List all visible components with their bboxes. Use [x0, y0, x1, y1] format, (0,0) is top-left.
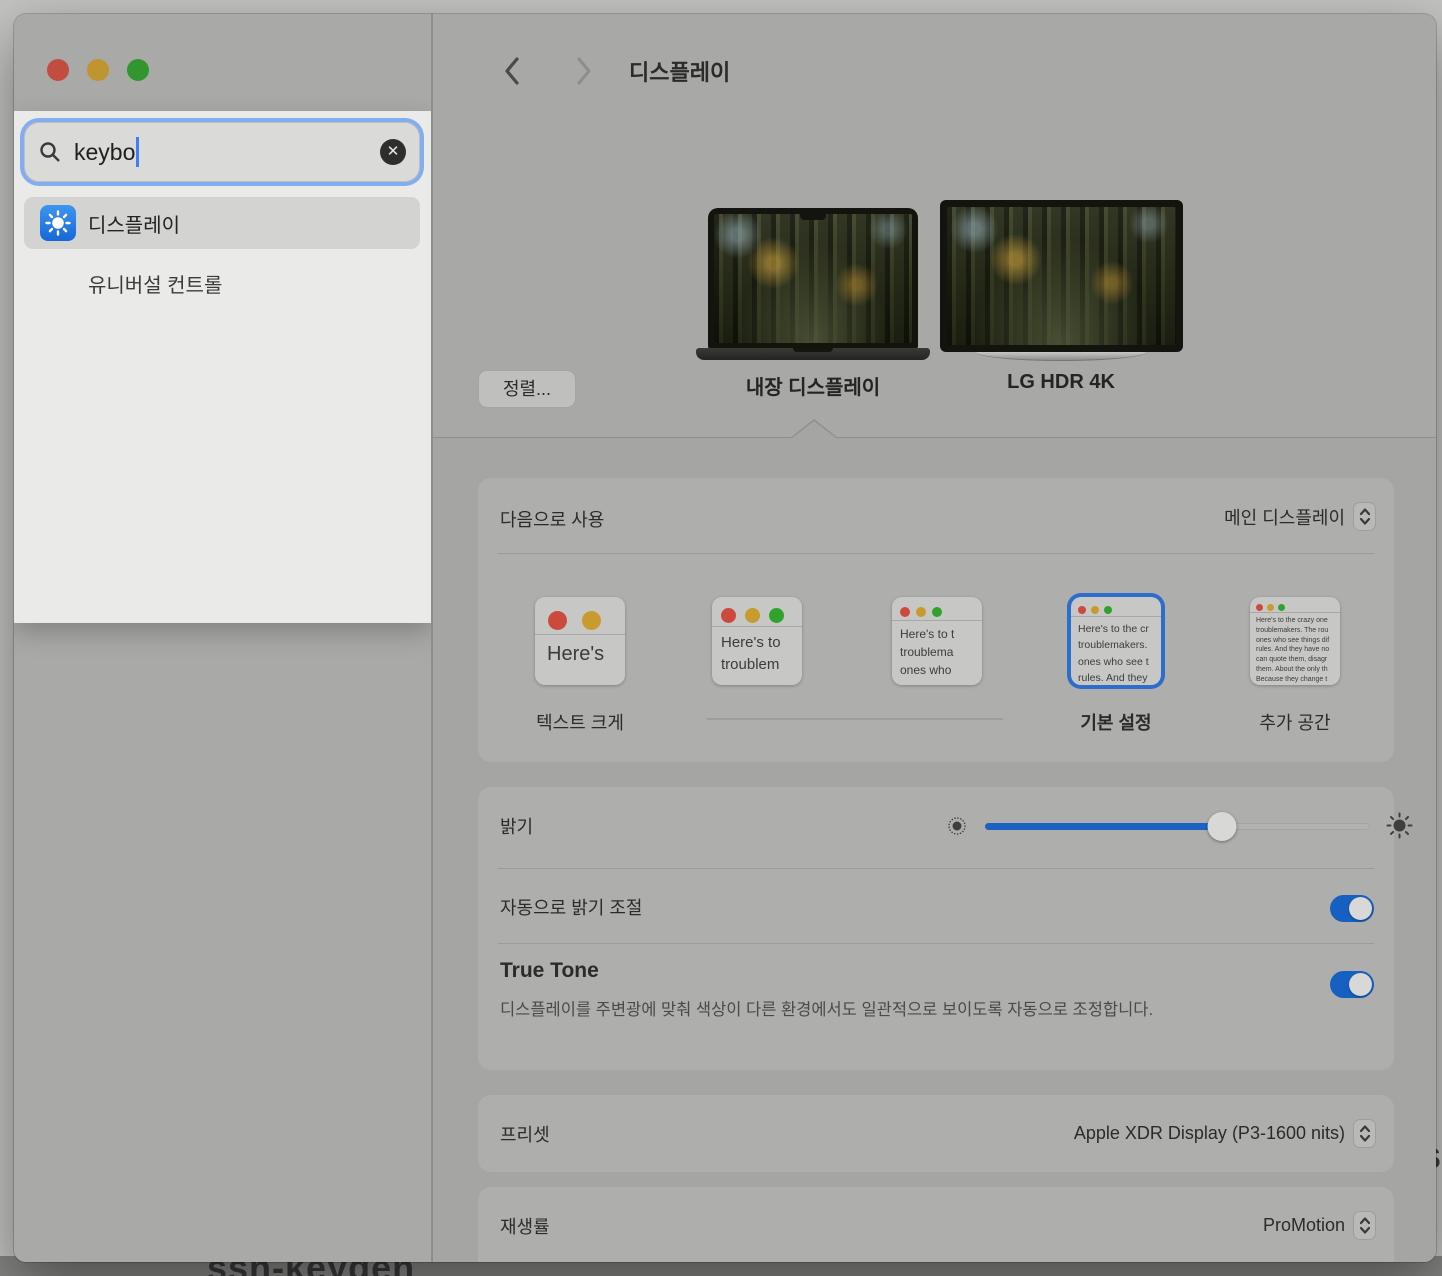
preview-text: Here's [535, 635, 625, 666]
wallpaper-preview [947, 207, 1176, 345]
scaling-option-2[interactable]: Here's to troublem [712, 597, 802, 685]
display-brightness-icon [40, 205, 76, 241]
auto-brightness-toggle[interactable] [1330, 895, 1374, 922]
search-popover: keybo ✕ [14, 111, 431, 623]
scaling-label-larger-text: 텍스트 크게 [536, 709, 624, 735]
preview-text: Here's to t troublema ones who [892, 621, 982, 679]
true-tone-label: True Tone [500, 959, 599, 983]
scaling-option-default[interactable]: Here's to the cr troublemakers. ones who… [1071, 597, 1161, 685]
refresh-rate-label: 재생률 [500, 1213, 550, 1239]
screen: s ssh-keygen keybo [0, 0, 1442, 1276]
true-tone-description: 디스플레이를 주변광에 맞춰 색상이 다른 환경에서도 일관적으로 보이도록 자… [500, 997, 1260, 1023]
scaling-option-3[interactable]: Here's to t troublema ones who [892, 597, 982, 685]
display-name-builtin: 내장 디스플레이 [746, 371, 880, 400]
preview-traffic-lights [1250, 597, 1340, 613]
refresh-rate-card: 재생률 ProMotion [478, 1187, 1394, 1262]
row-divider [498, 553, 1374, 554]
refresh-rate-value: ProMotion [1263, 1215, 1345, 1236]
system-settings-window: keybo ✕ [14, 14, 1436, 1262]
preset-value: Apple XDR Display (P3-1600 nits) [1074, 1123, 1345, 1144]
use-as-label: 다음으로 사용 [500, 506, 604, 532]
brightness-card: 밝기 [478, 787, 1394, 1070]
scaling-option-larger-text[interactable]: Here's [535, 597, 625, 685]
search-result-label: 유니버설 컨트롤 [88, 269, 222, 298]
slider-fill [985, 823, 1222, 830]
row-divider [498, 868, 1374, 869]
brightness-slider[interactable] [985, 823, 1370, 830]
close-button[interactable] [47, 59, 69, 81]
scaling-connector-line [707, 718, 1003, 720]
section-divider [433, 437, 1436, 438]
preview-text: Here's to the cr troublemakers. ones who… [1071, 617, 1161, 685]
scaling-label-more-space: 추가 공간 [1259, 709, 1330, 735]
preset-label: 프리셋 [500, 1121, 550, 1147]
preview-traffic-lights [712, 597, 802, 627]
refresh-rate-dropdown[interactable]: ProMotion [1263, 1211, 1376, 1240]
brightness-max-icon [1386, 812, 1413, 839]
laptop-base [696, 348, 930, 360]
stepper-chevrons-icon [1353, 502, 1376, 531]
use-as-dropdown[interactable]: 메인 디스플레이 [1224, 502, 1376, 531]
monitor-screen [940, 200, 1183, 352]
minimize-button[interactable] [87, 59, 109, 81]
stepper-chevrons-icon [1353, 1211, 1376, 1240]
preview-text: Here's to the crazy one troublemakers. T… [1250, 613, 1340, 685]
preset-dropdown[interactable]: Apple XDR Display (P3-1600 nits) [1074, 1119, 1376, 1148]
forward-button[interactable] [573, 55, 599, 87]
page-title: 디스플레이 [629, 55, 730, 87]
selected-display-caret-fill [792, 421, 836, 438]
search-value: keybo [74, 139, 135, 166]
stepper-chevrons-icon [1353, 1119, 1376, 1148]
clear-search-icon[interactable]: ✕ [380, 139, 406, 165]
laptop-notch [800, 214, 826, 220]
auto-brightness-label: 자동으로 밝기 조절 [500, 894, 642, 920]
search-result-universal-control[interactable]: 유니버설 컨트롤 [24, 257, 420, 309]
wallpaper-preview [714, 214, 912, 343]
search-input[interactable]: keybo ✕ [24, 122, 420, 182]
text-cursor [136, 137, 139, 167]
display-name-lg: LG HDR 4K [1007, 371, 1115, 394]
window-controls [47, 59, 149, 81]
main-pane: 디스플레이 내장 디스플레이 LG HDR 4K 정렬... [433, 14, 1436, 1262]
search-result-displays[interactable]: 디스플레이 [24, 197, 420, 249]
arrange-button[interactable]: 정렬... [478, 370, 576, 408]
scaling-label-default: 기본 설정 [1080, 709, 1151, 735]
display-settings-card: 다음으로 사용 메인 디스플레이 Here's [478, 478, 1394, 762]
search-icon [38, 140, 62, 164]
brightness-min-icon [946, 815, 968, 837]
preview-traffic-lights [535, 597, 625, 635]
row-divider [498, 943, 1374, 944]
preview-traffic-lights [1071, 597, 1161, 617]
back-button[interactable] [501, 55, 527, 87]
brightness-label: 밝기 [500, 813, 533, 839]
true-tone-toggle[interactable] [1330, 971, 1374, 998]
preset-card: 프리셋 Apple XDR Display (P3-1600 nits) [478, 1095, 1394, 1172]
preview-traffic-lights [892, 597, 982, 621]
monitor-stand [976, 352, 1146, 361]
preview-text: Here's to troublem [712, 627, 802, 676]
scaling-option-more-space[interactable]: Here's to the crazy one troublemakers. T… [1250, 597, 1340, 685]
search-result-label: 디스플레이 [88, 209, 180, 238]
sidebar: keybo ✕ [14, 14, 431, 1262]
slider-knob[interactable] [1208, 812, 1237, 841]
use-as-value: 메인 디스플레이 [1224, 504, 1345, 530]
zoom-button[interactable] [127, 59, 149, 81]
laptop-screen [708, 208, 918, 350]
